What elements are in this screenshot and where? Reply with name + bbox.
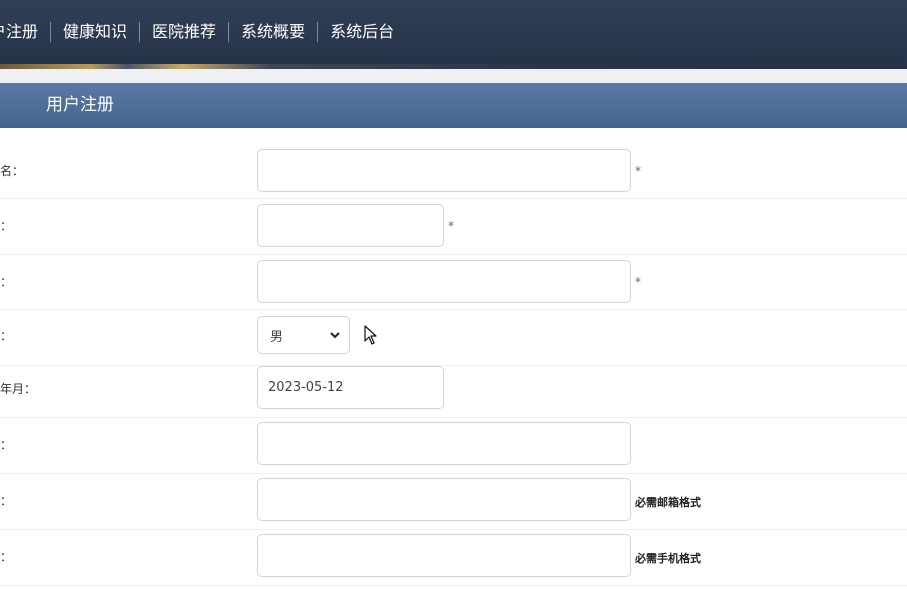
address-label: 址： [0, 438, 13, 452]
form-row-password: 码： * [0, 199, 907, 255]
password-label: 码： [0, 219, 13, 233]
password-input[interactable] [257, 204, 444, 247]
nav-item-hospital-recommend[interactable]: 医院推荐 [140, 18, 228, 46]
nav-item-register[interactable]: 户注册 [0, 18, 50, 46]
address-input[interactable] [257, 422, 631, 465]
username-label: 户名： [0, 164, 25, 178]
nav-item-system-admin[interactable]: 系统后台 [318, 18, 406, 46]
required-mark: * [635, 275, 641, 289]
form-row-birthdate: 生年月： [0, 362, 907, 418]
form-row-mobile: 机： 必需手机格式 [0, 530, 907, 586]
name-input[interactable] [257, 260, 631, 303]
mobile-label: 机： [0, 550, 13, 564]
required-mark: * [635, 164, 641, 178]
spacer-band [0, 69, 907, 83]
mobile-format-hint: 必需手机格式 [635, 552, 701, 565]
form-row-address: 址： [0, 418, 907, 474]
nav-item-system-overview[interactable]: 系统概要 [229, 18, 317, 46]
form-row-email: 箱： 必需邮箱格式 [0, 474, 907, 530]
nav-item-health-knowledge[interactable]: 健康知识 [51, 18, 139, 46]
nav-menu: 户注册 健康知识 医院推荐 系统概要 系统后台 [0, 18, 406, 46]
username-input[interactable] [257, 149, 631, 192]
page-title: 用户注册 [46, 95, 114, 115]
email-label: 箱： [0, 494, 13, 508]
top-navigation: 户注册 健康知识 医院推荐 系统概要 系统后台 [0, 0, 907, 64]
email-format-hint: 必需邮箱格式 [635, 496, 701, 509]
name-label: 名： [0, 275, 13, 289]
gender-label: 别： [0, 329, 13, 343]
section-header: 用户注册 [0, 83, 907, 128]
gender-select[interactable]: 男 [257, 316, 350, 354]
email-input[interactable] [257, 478, 631, 521]
mouse-cursor-icon [364, 325, 377, 345]
form-row-name: 名： * [0, 254, 907, 310]
gender-select-value: 男 [270, 329, 284, 345]
birthdate-input[interactable] [257, 366, 444, 409]
chevron-down-icon [330, 332, 340, 339]
form-row-username: 户名： * [0, 143, 907, 199]
required-mark: * [448, 219, 454, 233]
birthdate-label: 生年月： [0, 382, 37, 396]
form-row-gender: 别： 男 [0, 310, 907, 366]
mobile-input[interactable] [257, 534, 631, 577]
